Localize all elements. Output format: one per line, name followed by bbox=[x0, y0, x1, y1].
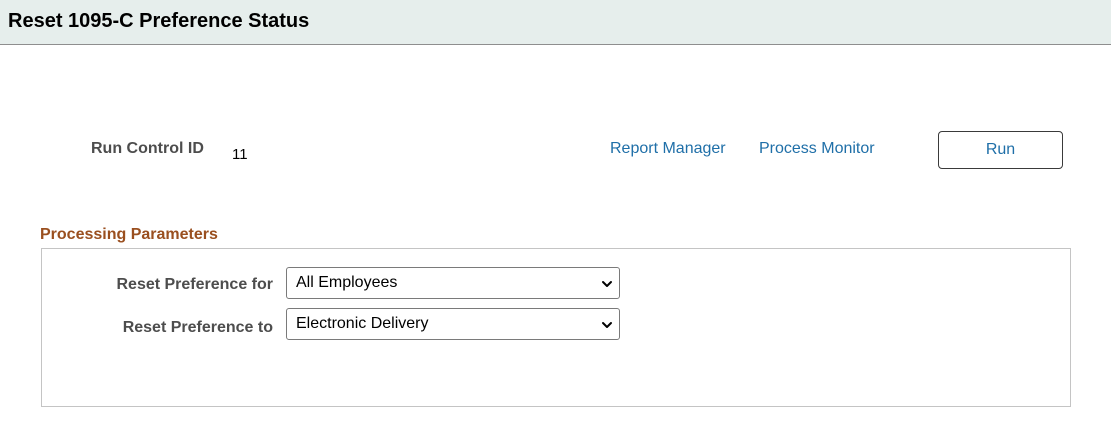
run-control-id-label: Run Control ID bbox=[91, 140, 204, 157]
reset-preference-for-select[interactable]: All Employees bbox=[286, 267, 620, 299]
reset-preference-to-value: Electronic Delivery bbox=[296, 315, 429, 332]
page: Reset 1095-C Preference Status Run Contr… bbox=[0, 0, 1111, 446]
reset-preference-for-value: All Employees bbox=[296, 274, 398, 291]
reset-preference-to-select[interactable]: Electronic Delivery bbox=[286, 308, 620, 340]
report-manager-link[interactable]: Report Manager bbox=[610, 140, 726, 158]
process-monitor-link[interactable]: Process Monitor bbox=[759, 140, 875, 158]
run-button[interactable]: Run bbox=[938, 131, 1063, 169]
chevron-down-icon bbox=[602, 322, 612, 328]
chevron-down-icon bbox=[602, 281, 612, 287]
page-title: Reset 1095-C Preference Status bbox=[8, 10, 310, 32]
reset-preference-for-label: Reset Preference for bbox=[116, 276, 273, 293]
run-control-id-value: 11 bbox=[232, 146, 248, 163]
processing-parameters-title: Processing Parameters bbox=[40, 226, 218, 243]
reset-preference-to-label: Reset Preference to bbox=[122, 319, 273, 336]
page-header: Reset 1095-C Preference Status bbox=[0, 0, 1111, 45]
